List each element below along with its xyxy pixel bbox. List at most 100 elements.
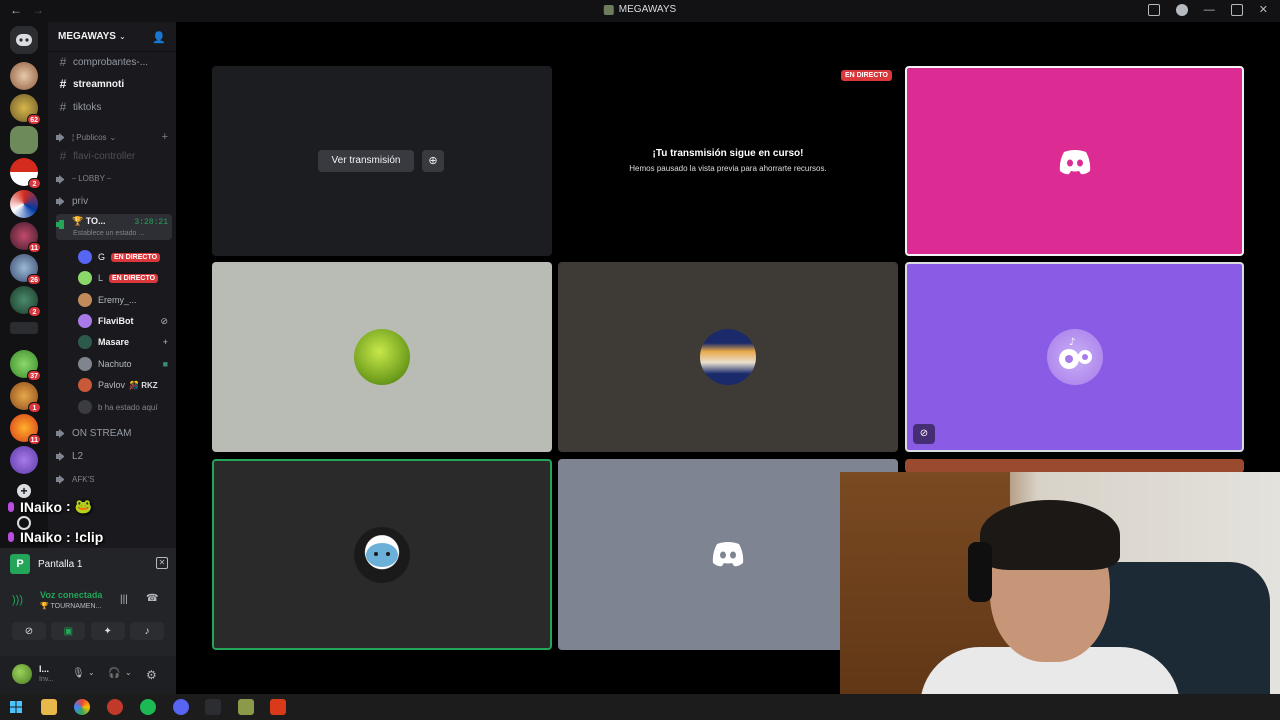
speaker-icon: [56, 474, 66, 484]
server-icon[interactable]: 26: [10, 254, 41, 285]
voice-member[interactable]: Eremy_...: [78, 290, 172, 310]
add-server-icon[interactable]: +: [17, 484, 31, 498]
avatar: [78, 250, 92, 264]
chevron-down-icon[interactable]: ⌄: [125, 668, 132, 677]
server-icon[interactable]: [10, 190, 38, 218]
category-publicos[interactable]: ¦ Publicos ⌄ +: [56, 127, 172, 147]
app-icon[interactable]: [205, 699, 221, 715]
voice-member[interactable]: Nachuto ■: [78, 354, 172, 374]
unread-badge: 11: [27, 242, 41, 253]
camera-off-button[interactable]: ⊘: [12, 622, 46, 640]
forward-arrow-icon[interactable]: →: [32, 3, 44, 17]
voice-channel-name[interactable]: 🏆 TOURNAMEN...: [40, 602, 101, 610]
member-name: Masare: [98, 337, 130, 347]
close-button[interactable]: ✕: [1259, 3, 1268, 16]
own-stream-tile[interactable]: EN DIRECTO ¡Tu transmisión sigue en curs…: [558, 66, 898, 256]
server-icon[interactable]: [10, 446, 38, 474]
participant-tile[interactable]: [905, 459, 1244, 473]
title-bar: ← → MEGAWAYS ? — ✕: [0, 0, 1280, 22]
username[interactable]: l...: [39, 664, 49, 674]
voice-connected-label: Voz conectada: [40, 590, 103, 600]
invite-user-icon[interactable]: 👤: [152, 31, 166, 44]
disconnect-icon[interactable]: ☎: [146, 593, 158, 604]
chrome-icon[interactable]: [74, 699, 90, 715]
server-icon-active[interactable]: [10, 126, 38, 154]
app-icon[interactable]: [238, 699, 254, 715]
gear-icon[interactable]: ⚙: [146, 668, 157, 682]
noise-suppression-icon[interactable]: |||: [120, 594, 128, 605]
minimize-button[interactable]: —: [1204, 4, 1215, 16]
headset-icon[interactable]: 🎧: [108, 668, 120, 679]
participant-tile-speaking[interactable]: [212, 459, 552, 650]
discord-icon[interactable]: [173, 699, 189, 715]
voice-member[interactable]: G EN DIRECTO: [78, 247, 172, 267]
screen-share-row[interactable]: P Pantalla 1 ✕: [10, 554, 168, 574]
voice-member[interactable]: L EN DIRECTO: [78, 268, 172, 288]
voice-member[interactable]: Masare +: [78, 332, 172, 352]
screen-share-button[interactable]: ▣: [51, 622, 86, 640]
server-header[interactable]: MEGAWAYS ⌄ 👤: [48, 22, 176, 52]
voice-channel-priv[interactable]: priv: [56, 191, 172, 211]
plus-icon: +: [162, 337, 168, 347]
watch-stream-button[interactable]: Ver transmisión: [318, 150, 414, 172]
voice-channel-lobby[interactable]: ⎯ LOBBY ⎯: [56, 169, 172, 189]
app-icon[interactable]: [107, 699, 123, 715]
participant-tile[interactable]: [558, 262, 898, 452]
participant-tile[interactable]: ♪ ⊘: [905, 262, 1244, 452]
server-icon[interactable]: 11: [10, 414, 41, 445]
voice-channel-on-stream[interactable]: ON STREAM: [56, 423, 172, 443]
stop-stream-icon[interactable]: ✕: [156, 557, 168, 569]
unread-badge: 2: [28, 306, 41, 317]
voice-member[interactable]: b ha estado aquí: [78, 397, 172, 417]
file-explorer-icon[interactable]: [41, 699, 57, 715]
discover-icon[interactable]: [17, 516, 31, 530]
avatar: [354, 329, 410, 385]
help-icon[interactable]: ?: [1175, 3, 1188, 16]
participant-tile[interactable]: [212, 262, 552, 452]
spotify-icon[interactable]: [140, 699, 156, 715]
channel-tiktoks[interactable]: # tiktoks: [56, 97, 172, 117]
chevron-down-icon[interactable]: ⌄: [88, 668, 95, 677]
server-icon[interactable]: 1: [10, 382, 41, 413]
server-icon[interactable]: 62: [10, 94, 41, 125]
server-icon[interactable]: [10, 322, 38, 334]
voice-member[interactable]: FlaviBot ⊘: [78, 311, 172, 331]
channel-flavi-controller[interactable]: # flavi-controller: [56, 146, 172, 166]
server-icon[interactable]: 2: [10, 158, 41, 189]
popout-icon[interactable]: ⊕: [422, 150, 444, 172]
hash-icon: #: [59, 100, 67, 114]
channel-label: comprobantes-...: [73, 56, 149, 68]
voice-channel-l2[interactable]: L2: [56, 446, 172, 466]
voice-member[interactable]: Pavlov 🎊 RKZ: [78, 375, 172, 395]
speaker-icon: [56, 132, 66, 142]
add-channel-icon[interactable]: +: [162, 131, 168, 143]
paused-title: ¡Tu transmisión sigue en curso!: [652, 148, 804, 159]
unread-badge: 2: [28, 178, 41, 189]
channel-streamnoti[interactable]: # streamnoti: [56, 74, 172, 94]
mic-icon[interactable]: 🎙: [72, 668, 85, 679]
voice-actions: ⊘ ▣ ✦ ♪: [12, 622, 164, 640]
avatar: [78, 293, 92, 307]
member-name: b ha estado aquí: [98, 402, 158, 412]
home-button[interactable]: [10, 26, 38, 54]
avatar[interactable]: [12, 664, 32, 684]
participant-tile[interactable]: [905, 66, 1244, 256]
chat-text: : 🐸: [66, 498, 92, 514]
inbox-icon[interactable]: [1147, 3, 1160, 16]
activities-button[interactable]: ✦: [90, 622, 125, 640]
stream-tile[interactable]: Ver transmisión ⊕: [212, 66, 552, 256]
app-icon[interactable]: [270, 699, 286, 715]
channel-comprobantes[interactable]: # comprobantes-...: [56, 52, 172, 72]
server-icon[interactable]: 11: [10, 222, 41, 253]
server-icon[interactable]: 2: [10, 286, 41, 317]
set-status-prompt[interactable]: Establece un estado ...: [73, 230, 144, 237]
server-icon[interactable]: [10, 62, 38, 90]
soundboard-button[interactable]: ♪: [129, 622, 164, 640]
avatar: [78, 378, 92, 392]
signal-icon[interactable]: ))): [12, 594, 23, 606]
voice-channel-afk[interactable]: AFK'S: [56, 469, 172, 489]
server-icon[interactable]: 37: [10, 350, 41, 381]
maximize-button[interactable]: [1230, 3, 1243, 16]
voice-channel-tournament[interactable]: 🏆 TO... 3:28:21 Establece un estado ...: [56, 214, 172, 240]
back-arrow-icon[interactable]: ←: [10, 3, 22, 17]
